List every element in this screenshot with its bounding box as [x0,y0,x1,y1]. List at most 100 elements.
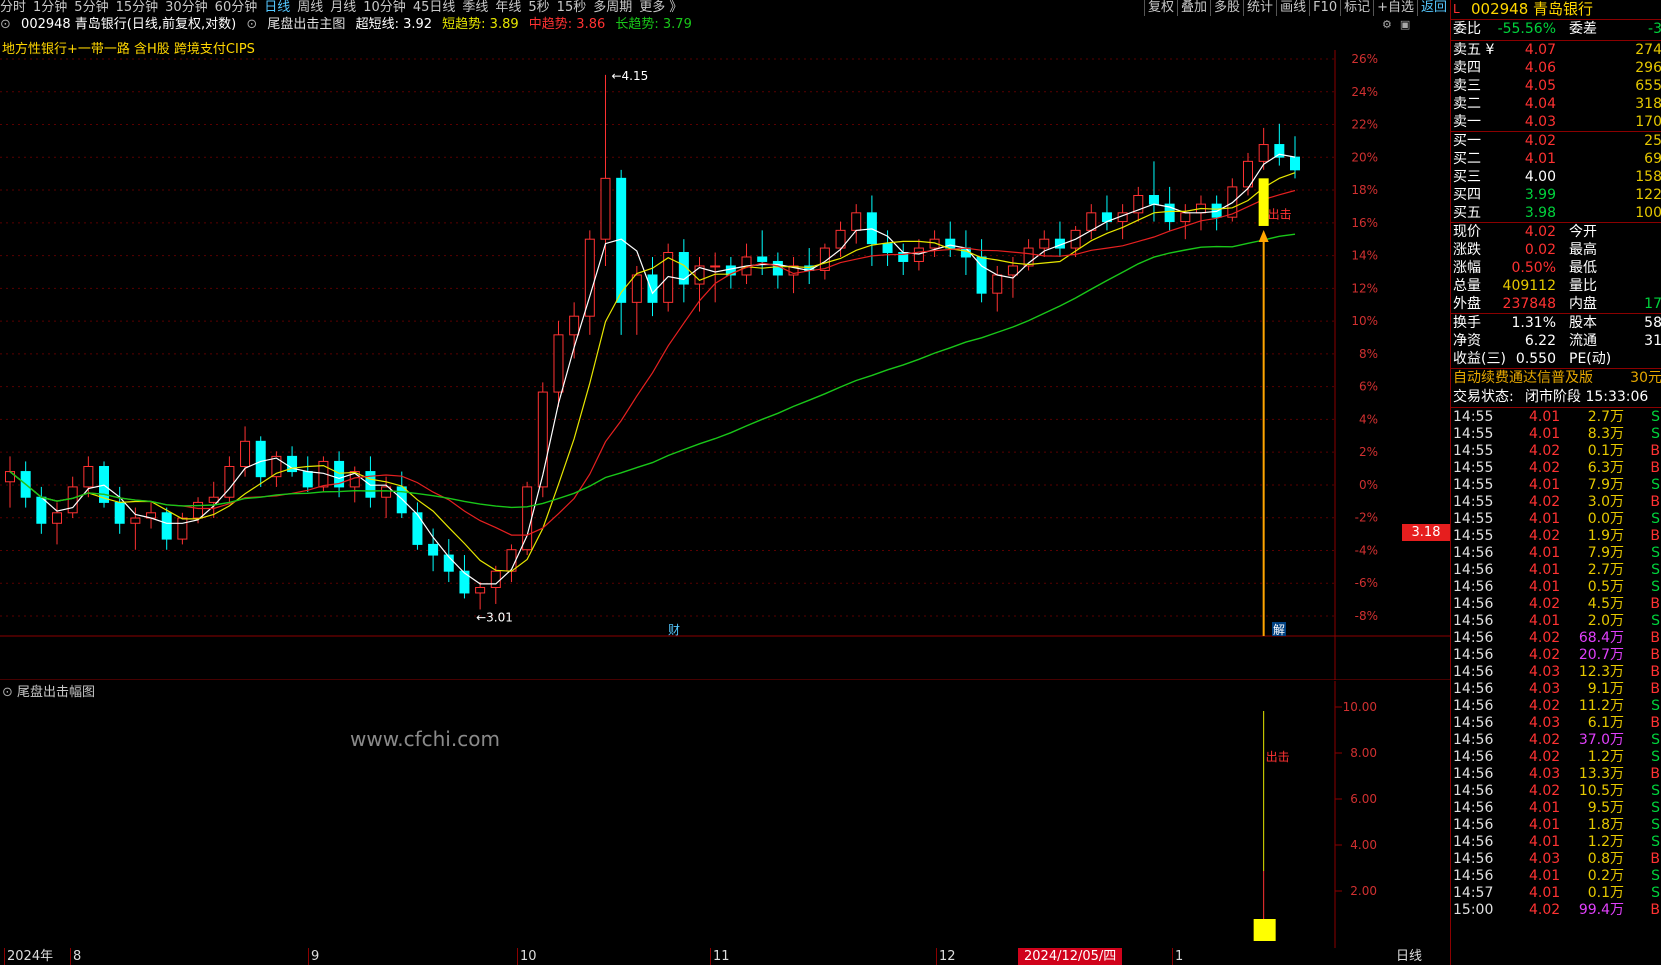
tool-button-7[interactable]: +自选 [1373,0,1417,16]
finance-marker[interactable]: 财 [668,623,680,637]
tick-volume: 10.5万 [1578,783,1624,799]
bid-volume: 25 [1644,133,1661,149]
tick-side: S [1651,562,1660,578]
tick-volume: 2.7万 [1587,409,1624,425]
tick-price: 4.01 [1529,885,1561,901]
wei-cha-value: -3 [1648,21,1661,37]
tool-button-6[interactable]: 标记 [1340,0,1373,16]
tick-time: 14:56 [1453,562,1494,578]
chart-controls: ⚙ ▣ [1374,18,1410,31]
tool-button-8[interactable]: 返回 [1417,0,1450,16]
date-label: 9 [308,948,319,965]
period-tab-16[interactable]: 更多 》 [639,0,682,15]
period-tab-13[interactable]: 5秒 [528,0,549,15]
period-tab-0[interactable]: 分时 [0,0,26,15]
collapse-icon[interactable]: ⊙ [0,17,11,32]
tool-button-4[interactable]: 画线 [1276,0,1309,16]
tick-row: 14:55 4.02 0.1万 B [1453,443,1661,461]
ask-row: 卖五 ¥ 4.07 274 [1453,41,1661,59]
candle-up [1007,265,1018,276]
candle-up [1258,144,1269,162]
stat2-label: 换手 [1453,315,1481,331]
tick-volume: 1.8万 [1587,817,1624,833]
tick-time: 14:56 [1453,630,1494,646]
unlock-marker[interactable]: 解 [1273,623,1285,637]
pct-tick-label: 20% [1351,150,1378,164]
tool-button-5[interactable]: F10 [1309,0,1340,16]
close-icon[interactable]: ▣ [1400,18,1410,31]
tool-button-0[interactable]: 复权 [1144,0,1177,16]
candle-down [412,512,423,545]
high-price-label: ←4.15 [611,69,648,83]
period-tab-5[interactable]: 60分钟 [215,0,258,15]
period-tab-12[interactable]: 年线 [495,0,521,15]
tool-button-2[interactable]: 多股 [1210,0,1243,16]
tick-side: S [1651,749,1660,765]
pct-tick-label: -2% [1355,511,1378,525]
tick-time: 14:55 [1453,460,1494,476]
quote-panel: L 002948 青岛银行 委比 -55.56% 委差 -3 卖五 ¥ 4.07 274 卖四 4.… [1450,0,1661,965]
tick-time: 14:56 [1453,681,1494,697]
period-tab-9[interactable]: 10分钟 [363,0,406,15]
period-tab-3[interactable]: 15分钟 [116,0,159,15]
period-tab-10[interactable]: 45日线 [413,0,456,15]
candle-down [1211,203,1222,218]
tool-button-1[interactable]: 叠加 [1177,0,1210,16]
tick-volume: 20.7万 [1578,647,1624,663]
indicator-dropdown-icon[interactable]: ⊙ [246,17,257,32]
stat2-value: 1.31% [1511,315,1556,331]
pct-tick-label: 12% [1351,281,1378,295]
quote-title-text: 002948 青岛银行 [1471,0,1594,18]
pct-tick-label: 16% [1351,216,1378,230]
period-tab-8[interactable]: 月线 [330,0,356,15]
tool-button-3[interactable]: 统计 [1243,0,1276,16]
pct-tick-label: 26% [1351,52,1378,66]
bid-price: 4.00 [1524,169,1556,185]
tick-price: 4.01 [1529,834,1561,850]
tick-price: 4.02 [1529,630,1561,646]
tick-price: 4.02 [1529,783,1561,799]
tick-volume: 11.2万 [1578,698,1624,714]
tick-price: 4.01 [1529,562,1561,578]
signal-label: 出击 [1268,207,1292,221]
tick-volume: 6.1万 [1587,715,1624,731]
period-tab-15[interactable]: 多周期 [593,0,632,15]
tick-row: 14:56 4.03 0.8万 B [1453,851,1661,869]
candle-down [757,256,768,262]
tick-time: 14:55 [1453,477,1494,493]
tick-row: 14:57 4.01 0.1万 S [1453,885,1661,903]
period-indicator[interactable]: 日线 [1396,948,1422,965]
period-tab-1[interactable]: 1分钟 [33,0,67,15]
period-tab-14[interactable]: 15秒 [557,0,587,15]
candle-up [851,212,862,231]
tick-price: 4.03 [1529,715,1561,731]
sub-signal-block [1253,919,1276,941]
period-tab-2[interactable]: 5分钟 [74,0,108,15]
ask-price: 4.06 [1524,60,1556,76]
tick-time: 14:56 [1453,647,1494,663]
settings-icon[interactable]: ⚙ [1382,18,1392,31]
tick-time: 14:55 [1453,409,1494,425]
period-tab-6[interactable]: 日线 [264,0,290,15]
period-tab-7[interactable]: 周线 [297,0,323,15]
bid-label: 买一 [1453,133,1481,149]
indicator-name[interactable]: 尾盘出击主图 [267,17,345,32]
sub-indicator-chart[interactable]: 10.00 8.00 6.00 4.00 2.00 出击 [0,681,1450,948]
candle-down [36,496,47,524]
tick-price: 4.01 [1529,426,1561,442]
candle-up [992,274,1003,294]
stat2-value-2: 31 [1644,333,1661,349]
candlestick-chart[interactable]: 26% 24% 22% 20% 18% 16% 14% 12% 10% 8% 6% 4% 2% 0% -2%… [0,50,1450,680]
tick-side: S [1651,511,1660,527]
stat2-value-2: 58 [1644,315,1661,331]
tick-price: 4.02 [1529,698,1561,714]
tick-price: 4.02 [1529,902,1561,918]
candle-up [177,517,188,540]
period-tab-4[interactable]: 30分钟 [165,0,208,15]
tick-row: 14:56 4.01 1.8万 S [1453,817,1661,835]
period-tab-11[interactable]: 季线 [462,0,488,15]
separator [1451,407,1661,408]
stat-value: 4.02 [1524,224,1556,240]
tick-row: 14:55 4.02 1.9万 B [1453,528,1661,546]
tick-side: S [1651,545,1660,561]
